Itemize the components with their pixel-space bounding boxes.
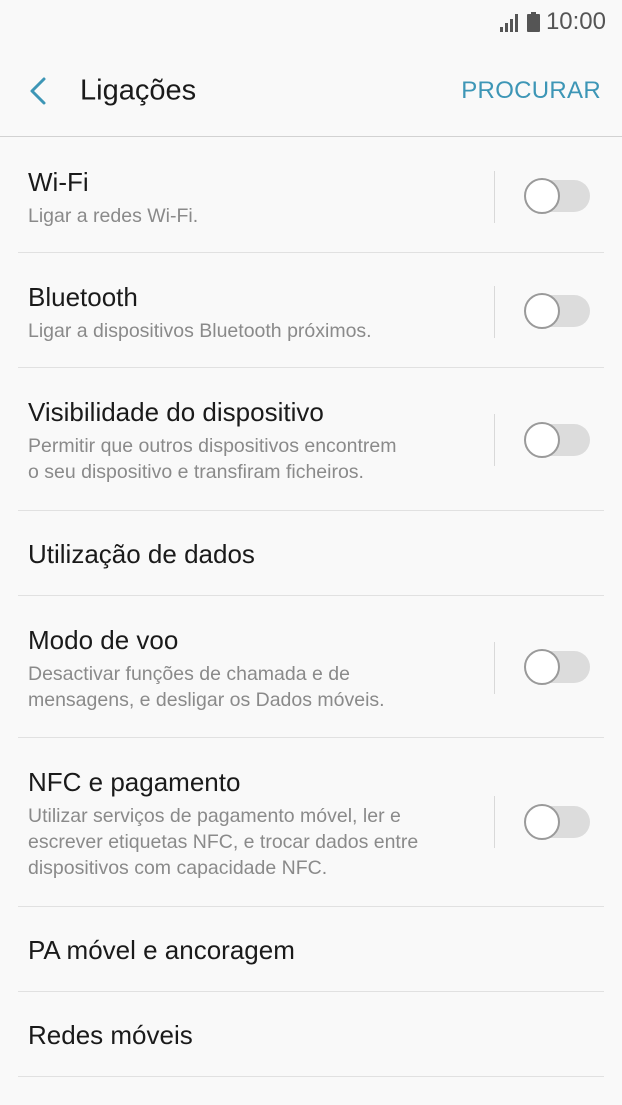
item-subtitle-line: mensagens, e desligar os Dados móveis. <box>28 689 385 711</box>
item-title: Utilização de dados <box>28 539 255 569</box>
bluetooth-toggle[interactable] <box>524 293 590 329</box>
divider <box>494 642 495 694</box>
item-subtitle-line: Desactivar funções de chamada e de <box>28 663 350 685</box>
item-title: Redes móveis <box>28 1020 193 1050</box>
divider <box>494 171 495 223</box>
item-title: PA móvel e ancoragem <box>28 935 295 965</box>
app-bar: Ligações PROCURAR <box>0 44 622 137</box>
divider <box>494 796 495 848</box>
toggle-knob <box>524 804 560 840</box>
item-subtitle-line: o seu dispositivo e transfiram ficheiros… <box>28 461 364 483</box>
item-subtitle: Ligar a redes Wi-Fi. <box>28 205 199 227</box>
list-item-airplane-mode[interactable]: Modo de voo Desactivar funções de chamad… <box>18 596 604 738</box>
list-item-data-usage[interactable]: Utilização de dados <box>18 511 604 596</box>
toggle-knob <box>524 649 560 685</box>
status-bar: 10:00 <box>0 0 622 44</box>
list-item-wifi[interactable]: Wi-Fi Ligar a redes Wi-Fi. <box>18 137 604 253</box>
visibility-toggle[interactable] <box>524 422 590 458</box>
list-item-mobile-hotspot[interactable]: PA móvel e ancoragem <box>18 907 604 992</box>
item-subtitle-line: Permitir que outros dispositivos encontr… <box>28 435 397 457</box>
item-subtitle: Ligar a dispositivos Bluetooth próximos. <box>28 320 372 342</box>
item-title: Wi-Fi <box>28 167 89 197</box>
list-item-device-visibility[interactable]: Visibilidade do dispositivo Permitir que… <box>18 368 604 511</box>
divider <box>494 414 495 466</box>
nfc-toggle[interactable] <box>524 804 590 840</box>
list-item-mobile-networks[interactable]: Redes móveis <box>18 992 604 1077</box>
settings-list: Wi-Fi Ligar a redes Wi-Fi. Bluetooth Lig… <box>0 137 622 1077</box>
status-time: 10:00 <box>545 8 606 35</box>
divider <box>494 286 495 338</box>
wifi-toggle[interactable] <box>524 178 590 214</box>
toggle-knob <box>524 422 560 458</box>
list-item-nfc-payment[interactable]: NFC e pagamento Utilizar serviços de pag… <box>18 738 604 907</box>
item-subtitle-line: escrever etiquetas NFC, e trocar dados e… <box>28 831 419 853</box>
toggle-knob <box>524 178 560 214</box>
airplane-mode-toggle[interactable] <box>524 649 590 685</box>
signal-icon <box>499 14 518 32</box>
item-subtitle-line: Utilizar serviços de pagamento móvel, le… <box>28 805 401 827</box>
status-icons: 10:00 <box>499 8 606 36</box>
back-arrow-icon[interactable] <box>24 74 54 108</box>
list-item-bluetooth[interactable]: Bluetooth Ligar a dispositivos Bluetooth… <box>18 253 604 368</box>
item-title: Visibilidade do dispositivo <box>28 397 324 427</box>
item-title: NFC e pagamento <box>28 767 241 797</box>
item-title: Bluetooth <box>28 282 138 312</box>
search-button[interactable]: PROCURAR <box>461 77 601 105</box>
toggle-knob <box>524 293 560 329</box>
item-subtitle-line: dispositivos com capacidade NFC. <box>28 857 328 879</box>
battery-icon <box>526 12 540 32</box>
item-title: Modo de voo <box>28 625 179 655</box>
page-title: Ligações <box>80 74 197 107</box>
